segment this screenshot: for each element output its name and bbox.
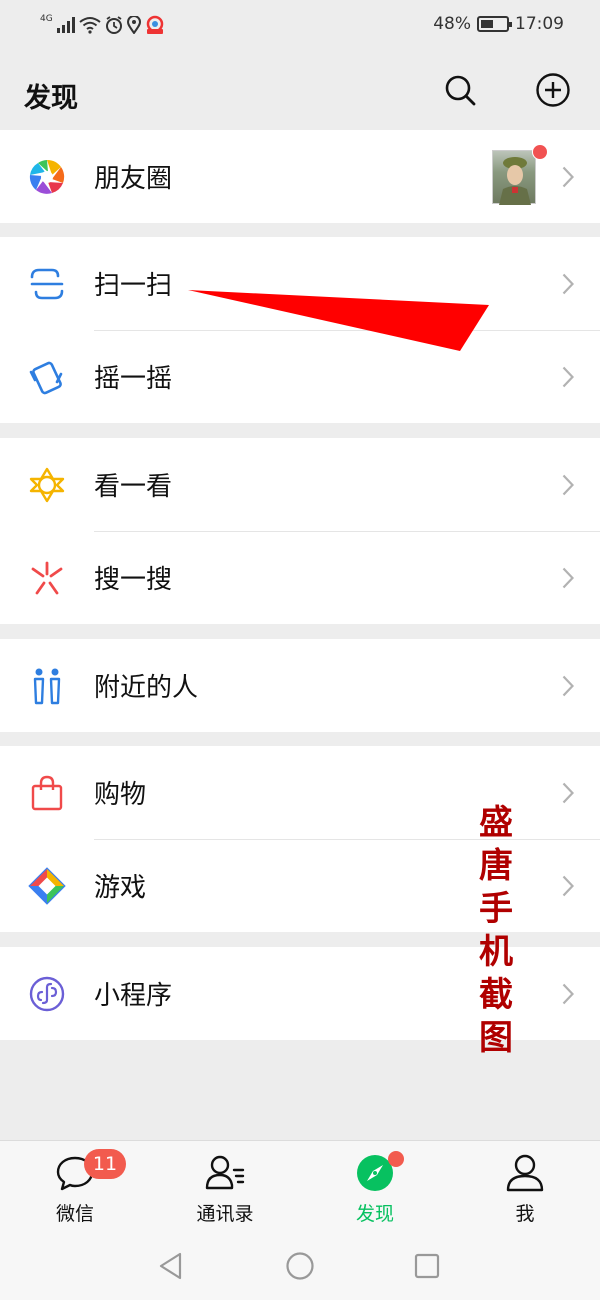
recents-button[interactable]	[411, 1250, 443, 1282]
system-nav-bar	[0, 1236, 600, 1300]
menu-group-nearby: 附近的人	[0, 639, 600, 732]
search-label: 搜一搜	[94, 565, 173, 595]
chevron-right-icon	[562, 875, 574, 897]
mini-programs-icon	[28, 975, 66, 1013]
chevron-right-icon	[562, 782, 574, 804]
menu-item-people-nearby[interactable]: 附近的人	[0, 639, 600, 732]
tab-me[interactable]: 我	[450, 1141, 600, 1237]
people-nearby-icon	[28, 667, 66, 705]
home-button[interactable]	[284, 1250, 316, 1282]
unread-badge: 11	[84, 1149, 126, 1179]
mini-programs-label: 小程序	[94, 981, 173, 1011]
menu-group-stories-search: 看一看 搜一搜	[0, 438, 600, 624]
back-button[interactable]	[155, 1250, 187, 1282]
menu-item-top-stories[interactable]: 看一看	[0, 438, 600, 531]
person-icon	[506, 1154, 544, 1192]
top-stories-icon	[28, 466, 66, 504]
search-star-icon	[28, 559, 66, 597]
watermark-char: 手	[479, 889, 513, 929]
shopping-label: 购物	[94, 780, 147, 810]
tab-chats[interactable]: 11 微信	[0, 1141, 150, 1237]
recents-square-icon	[414, 1253, 440, 1279]
tab-label: 发现	[355, 1203, 394, 1225]
games-label: 游戏	[94, 873, 147, 903]
discover-new-dot	[388, 1151, 404, 1167]
tab-label: 我	[515, 1203, 535, 1225]
watermark: 盛 唐 手 机 截 图	[474, 802, 518, 1060]
watermark-char: 截	[479, 975, 513, 1015]
bottom-tab-bar: 11 微信 通讯录 发现 我	[0, 1140, 600, 1236]
watermark-char: 盛	[479, 803, 513, 843]
games-icon	[28, 867, 66, 905]
watermark-char: 唐	[479, 846, 513, 886]
annotation-arrow	[188, 290, 489, 351]
watermark-char: 机	[479, 932, 513, 972]
people-nearby-label: 附近的人	[94, 673, 199, 703]
top-stories-label: 看一看	[94, 472, 173, 502]
chevron-right-icon	[562, 567, 574, 589]
tab-discover[interactable]: 发现	[300, 1141, 450, 1237]
tab-contacts[interactable]: 通讯录	[150, 1141, 300, 1237]
chevron-right-icon	[562, 474, 574, 496]
tab-label: 通讯录	[196, 1203, 254, 1225]
tab-label: 微信	[55, 1203, 94, 1225]
chevron-right-icon	[562, 983, 574, 1005]
menu-item-search[interactable]: 搜一搜	[0, 531, 600, 624]
back-triangle-icon	[159, 1252, 182, 1280]
contacts-icon	[205, 1155, 245, 1190]
shopping-bag-icon	[28, 774, 66, 812]
home-circle-icon	[286, 1252, 314, 1280]
watermark-char: 图	[479, 1018, 513, 1058]
chevron-right-icon	[562, 675, 574, 697]
